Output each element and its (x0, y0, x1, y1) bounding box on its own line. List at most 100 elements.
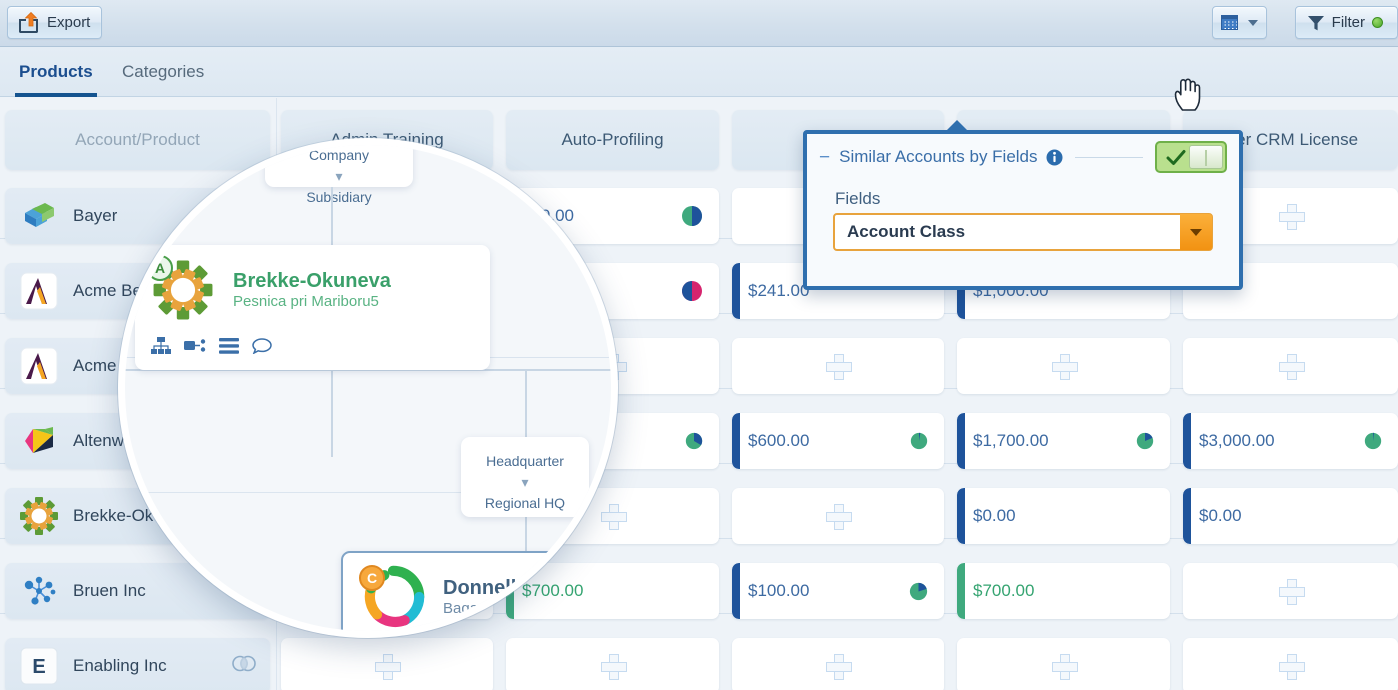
fields-select-value: Account Class (835, 222, 965, 242)
acme-logo (19, 271, 59, 311)
grid-cell-empty[interactable] (1183, 638, 1398, 690)
grid-cell-empty[interactable] (281, 638, 493, 690)
acme-logo (19, 346, 59, 386)
org-node-location: Pesnica pri Mariboru5 (233, 293, 391, 310)
plus-add-icon (601, 654, 625, 678)
chevron-down-icon (1190, 229, 1202, 236)
org-node-name: Brekke-Okuneva (233, 270, 391, 293)
magnifier-lens: Company ▾ Subsidiary (118, 138, 618, 638)
grid-cell-empty[interactable] (506, 638, 719, 690)
grid-cell[interactable]: $3,000.00 (1183, 413, 1398, 469)
fields-label: Fields (835, 189, 880, 209)
plus-add-icon (1279, 654, 1303, 678)
svg-text:E: E (32, 656, 45, 678)
minus-icon[interactable]: − (819, 148, 830, 167)
grid-cell[interactable]: $100.00 (732, 563, 944, 619)
popup-divider (1075, 157, 1143, 158)
funnel-icon (1307, 14, 1325, 32)
cell-status-bar (957, 488, 965, 544)
grid-cell-empty[interactable] (732, 638, 944, 690)
org-chart-icon[interactable] (151, 337, 171, 355)
list-icon[interactable] (219, 338, 239, 354)
cell-amount: $700.00 (973, 581, 1034, 601)
account-class-badge: C (359, 565, 385, 591)
pie-chart-icon (909, 582, 928, 601)
cell-status-bar (957, 563, 965, 619)
account-class-badge: A (147, 255, 173, 281)
cell-amount: $600.00 (748, 431, 809, 451)
plus-add-icon (826, 354, 850, 378)
pie-chart-icon (910, 432, 928, 450)
top-toolbar: Export Filter (0, 0, 1398, 47)
toggle-knob (1189, 145, 1223, 169)
grid-cell-empty[interactable] (957, 338, 1170, 394)
cell-status-bar (732, 413, 740, 469)
cell-amount: $0.00 (1199, 506, 1242, 526)
grid-cell[interactable]: $700.00 (957, 563, 1170, 619)
cell-amount: $0.00 (973, 506, 1016, 526)
cell-status-bar (1183, 413, 1191, 469)
plus-add-icon (826, 654, 850, 678)
table-row[interactable]: E Enabling Inc (5, 638, 270, 690)
plus-add-icon (375, 654, 399, 678)
grid-cell-empty[interactable] (1183, 338, 1398, 394)
tab-categories[interactable]: Categories (118, 47, 208, 97)
app-root: Export Filter Products Categories Add to… (0, 0, 1398, 690)
grid-cell[interactable]: $600.00 (732, 413, 944, 469)
plus-add-icon (1279, 354, 1303, 378)
org-chart-preview: Company ▾ Subsidiary (125, 145, 611, 631)
grid-cell-empty[interactable] (1183, 563, 1398, 619)
similar-accounts-toggle[interactable] (1155, 141, 1227, 173)
org-node-name: Donnelly-Jerd (443, 577, 576, 600)
enabling-logo: E (19, 646, 59, 686)
grid-cell-empty[interactable] (732, 488, 944, 544)
export-label: Export (47, 14, 90, 31)
check-icon (1166, 149, 1186, 166)
fields-select[interactable]: Account Class (833, 213, 1213, 251)
grid-cell[interactable]: $1,700.00 (957, 413, 1170, 469)
pie-chart-icon (681, 280, 703, 302)
plus-add-icon (826, 504, 850, 528)
org-node-brekke-okuneva[interactable]: A Brekke-Okuneva Pesnica pri Mariboru5 (135, 245, 490, 370)
info-icon[interactable] (1046, 149, 1063, 166)
grid-cell[interactable]: $0.00 (957, 488, 1170, 544)
cell-status-bar (732, 263, 740, 319)
popup-header: − Similar Accounts by Fields (807, 134, 1239, 180)
popup-caret (945, 120, 969, 132)
grid-cell-empty[interactable] (732, 338, 944, 394)
account-name: Acme (73, 356, 116, 376)
org-node-donnelly-jerde[interactable]: C Donnelly-Jerd Bagacay (341, 551, 618, 638)
comment-icon[interactable] (252, 338, 272, 354)
similar-accounts-popup: − Similar Accounts by Fields Fields Acco… (803, 130, 1243, 290)
account-name: Enabling Inc (73, 656, 167, 676)
org-node-company-label: Company (309, 147, 369, 163)
grid-view-button[interactable] (1212, 6, 1267, 39)
account-name: Altenw (73, 431, 124, 451)
grid-cell-empty[interactable] (957, 638, 1170, 690)
org-node-company[interactable]: Company ▾ Subsidiary (265, 138, 413, 187)
tab-products[interactable]: Products (15, 47, 97, 97)
filter-label: Filter (1332, 14, 1365, 31)
export-icon (19, 13, 40, 33)
org-node-company-sub: Subsidiary (306, 189, 371, 205)
bayer-logo (19, 196, 59, 236)
bruen-logo (19, 571, 59, 611)
similar-accounts-row-icon[interactable] (232, 655, 256, 677)
altenwerth-logo (19, 421, 59, 461)
export-button[interactable]: Export (7, 6, 102, 39)
filter-button[interactable]: Filter (1295, 6, 1398, 39)
cell-amount: $100.00 (748, 581, 809, 601)
org-node-location: Bagacay (443, 600, 576, 617)
pie-chart-icon (1364, 432, 1382, 450)
cell-status-bar (1183, 488, 1191, 544)
grid-cell[interactable]: $0.00 (1183, 488, 1398, 544)
org-node-headquarter[interactable]: Headquarter ▾ Regional HQ (461, 437, 589, 517)
chevron-down-icon (1248, 20, 1258, 26)
account-name: Bayer (73, 206, 117, 226)
pie-chart-icon (681, 205, 703, 227)
plus-add-icon (1279, 204, 1303, 228)
pie-chart-icon (685, 432, 703, 450)
presentation-icon[interactable] (184, 338, 206, 354)
popup-title: Similar Accounts by Fields (839, 147, 1037, 167)
fields-select-arrow[interactable] (1180, 214, 1212, 250)
